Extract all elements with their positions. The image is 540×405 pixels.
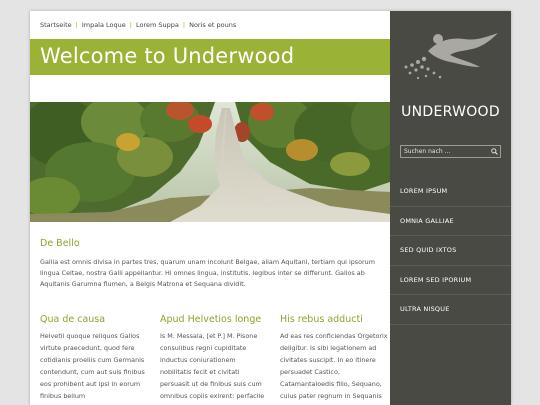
column-heading: Apud Helvetios longe [160,314,262,325]
search-box [400,145,501,158]
column-1: Qua de causa Helvetii quoque reliquos Ga… [40,314,148,402]
nav-link-noris-et-pouns[interactable]: Noris et pouns [189,21,236,29]
page-container: Startseite | Impala Loque | Lorem Suppa … [30,11,511,405]
nav-separator: | [75,21,78,29]
logo-icon[interactable] [398,29,503,89]
nav-link-lorem-suppa[interactable]: Lorem Suppa [136,21,179,29]
sidebar-menu: LOREM IPSUM OMNIA GALLIAE SED QUID IXTOS… [390,177,511,325]
column-text: Helvetii quoque reliquos Gallos virtute … [40,332,145,400]
main-content: Startseite | Impala Loque | Lorem Suppa … [30,11,390,405]
column-2: Apud Helvetios longe Is M. Messala, [et … [160,314,268,402]
menu-item-sed-quid-ixtos[interactable]: SED QUID IXTOS [390,236,511,266]
column-3: His rebus adducti Ad eas res conficienda… [280,314,388,402]
nav-separator: | [182,21,186,29]
nav-link-startseite[interactable]: Startseite [40,21,72,29]
nav-link-impala-loque[interactable]: Impala Loque [82,21,126,29]
search-input[interactable] [401,146,488,157]
title-banner: Welcome to Underwood [30,39,390,75]
top-navigation: Startseite | Impala Loque | Lorem Suppa … [40,19,236,31]
page-title: Welcome to Underwood [40,44,295,68]
search-icon[interactable] [488,146,500,157]
logo-text[interactable]: UNDERWOOD [390,104,511,120]
column-text: Is M. Messala, [et P.] M. Pisone consuli… [160,332,265,400]
header-photo [30,102,390,222]
menu-item-omnia-galliae[interactable]: OMNIA GALLIAE [390,207,511,236]
intro-text: Gallia est omnis divisa in partes tres, … [40,258,375,288]
column-text: Ad eas res conficiendas Orgetorix deligi… [280,332,388,400]
column-heading: Qua de causa [40,314,106,325]
menu-item-ultra-nisque[interactable]: ULTRA NISQUE [390,295,511,325]
column-heading: His rebus adducti [280,314,363,325]
sidebar: UNDERWOOD LOREM IPSUM OMNIA GALLIAE SED … [390,11,511,405]
intro-heading: De Bello [40,238,80,249]
forest-road-photo [30,102,390,222]
menu-item-lorem-ipsum[interactable]: LOREM IPSUM [390,177,511,207]
menu-item-lorem-sed-iporium[interactable]: LOREM SED IPORIUM [390,266,511,295]
nav-separator: | [129,21,132,29]
